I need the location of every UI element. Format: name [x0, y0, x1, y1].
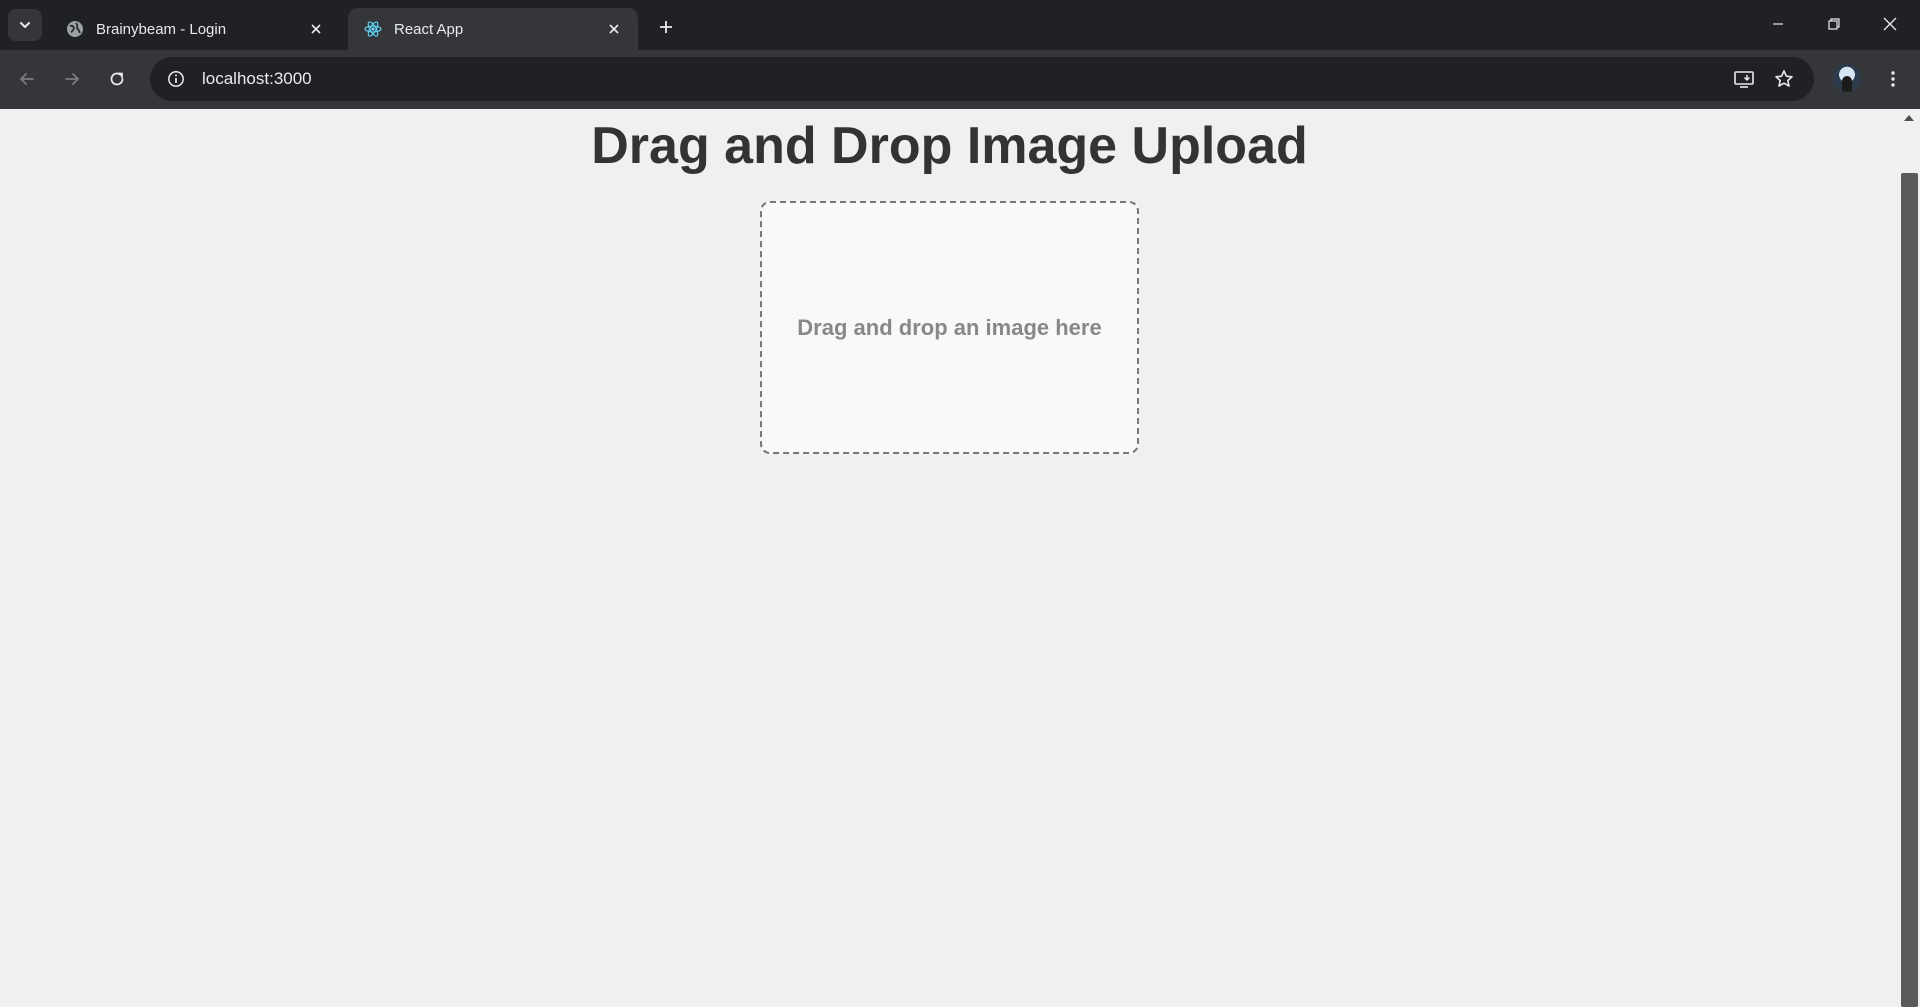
- close-window-button[interactable]: [1862, 0, 1918, 48]
- image-dropzone[interactable]: Drag and drop an image here: [760, 201, 1139, 454]
- install-app-button[interactable]: [1727, 62, 1761, 96]
- dropzone-label: Drag and drop an image here: [797, 314, 1102, 340]
- tab-react-app[interactable]: React App: [348, 8, 638, 50]
- tab-strip: Brainybeam - Login React App: [0, 0, 1920, 50]
- plus-icon: [660, 21, 672, 33]
- minimize-icon: [1773, 23, 1783, 25]
- arrow-right-icon: [65, 73, 79, 85]
- restore-icon: [1828, 18, 1840, 30]
- restore-button[interactable]: [1806, 0, 1862, 48]
- page-viewport: Drag and Drop Image Upload Drag and drop…: [0, 109, 1899, 1007]
- install-app-icon: [1734, 71, 1754, 88]
- browser-chrome: Brainybeam - Login React App localhost:3…: [0, 0, 1920, 109]
- new-tab-button[interactable]: [652, 13, 680, 41]
- profile-avatar[interactable]: [1833, 64, 1861, 92]
- tab-title: Brainybeam - Login: [96, 20, 227, 38]
- more-vert-icon: [1891, 71, 1895, 87]
- close-icon: [1883, 17, 1897, 31]
- react-icon: [364, 21, 382, 37]
- browser-menu-button[interactable]: [1876, 62, 1910, 96]
- star-icon: [1775, 70, 1793, 87]
- tab-title: React App: [394, 20, 464, 38]
- bookmark-button[interactable]: [1767, 62, 1801, 96]
- page-title: Drag and Drop Image Upload: [591, 117, 1308, 175]
- close-tab-icon[interactable]: [604, 19, 624, 39]
- forward-button[interactable]: [55, 62, 89, 96]
- url-text[interactable]: localhost:3000: [202, 69, 312, 89]
- scroll-up-arrow-icon[interactable]: [1904, 115, 1914, 121]
- chevron-down-icon: [20, 22, 30, 28]
- reload-button[interactable]: [100, 62, 134, 96]
- close-tab-icon[interactable]: [306, 19, 326, 39]
- info-icon: [168, 71, 184, 87]
- vertical-scrollbar[interactable]: [1899, 109, 1920, 1007]
- tab-brainybeam-login[interactable]: Brainybeam - Login: [50, 8, 340, 50]
- tab-search-button[interactable]: [8, 9, 42, 41]
- scrollbar-thumb[interactable]: [1901, 173, 1918, 1007]
- minimize-button[interactable]: [1750, 0, 1806, 48]
- reload-icon: [110, 72, 124, 86]
- back-button[interactable]: [10, 62, 44, 96]
- browser-toolbar: localhost:3000: [0, 50, 1920, 109]
- arrow-left-icon: [20, 73, 34, 85]
- address-bar[interactable]: localhost:3000: [150, 57, 1814, 101]
- site-info-button[interactable]: [154, 57, 198, 101]
- globe-icon: [67, 21, 83, 37]
